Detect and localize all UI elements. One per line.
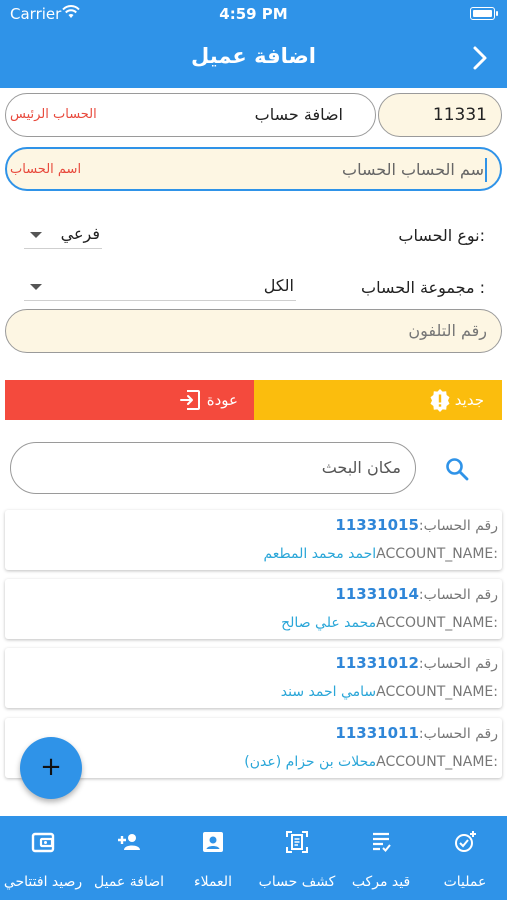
search-input[interactable]: مكان البحث (10, 442, 416, 494)
nav-label: اضافة عميل (94, 874, 164, 890)
nav-item-customers[interactable]: العملاء (171, 816, 255, 900)
add-fab-button[interactable]: + (20, 737, 82, 799)
account-number: 11331014 (335, 585, 419, 603)
account-number: 11331012 (335, 654, 419, 672)
account-type-label: نوع الحساب: (398, 226, 485, 245)
receipt-icon (373, 832, 391, 852)
nav-item-add-customer[interactable]: اضافة عميل (87, 816, 171, 900)
search-icon[interactable] (444, 456, 470, 482)
list-item[interactable]: رقم الحساب:11331012 سامي احمد سندACCOUNT… (5, 648, 502, 708)
status-bar: Carrier 4:59 PM (0, 0, 507, 30)
account-name: محلات بن حزام (عدن) (244, 754, 377, 770)
exit-icon (180, 390, 200, 410)
phone-placeholder: رقم التلفون (408, 321, 487, 340)
add-person-icon (118, 834, 140, 850)
account-name-line: سامي احمد سندACCOUNT_NAME: (281, 684, 498, 700)
account-group-value: الكل (263, 276, 294, 295)
new-button-label: جديد (454, 391, 484, 409)
account-name-key: ACCOUNT_NAME: (376, 615, 498, 631)
list-item[interactable]: رقم الحساب:11331014 محمد علي صالحACCOUNT… (5, 579, 502, 639)
account-number-line: رقم الحساب:11331014 (335, 585, 498, 603)
account-number: 11331011 (335, 724, 419, 742)
account-name: محمد علي صالح (281, 615, 377, 631)
search-placeholder: مكان البحث (321, 458, 401, 477)
nav-label: العملاء (194, 874, 232, 890)
account-number-field[interactable]: 11331 (378, 93, 502, 137)
main-account-field[interactable]: اضافة حساب الحساب الرئيس (5, 93, 376, 137)
account-number-line: رقم الحساب:11331015 (335, 516, 498, 534)
account-number-line: رقم الحساب:11331012 (335, 654, 498, 672)
nav-item-account-statement[interactable]: كشف حساب (255, 816, 339, 900)
nav-item-opening-balance[interactable]: رصيد افتتاحي (1, 816, 85, 900)
list-item[interactable]: رقم الحساب:11331015 احمد محمد المطعمACCO… (5, 510, 502, 570)
contact-card-icon (203, 832, 223, 852)
account-type-dropdown[interactable]: فرعي (24, 221, 102, 249)
account-name: احمد محمد المطعم (263, 546, 377, 562)
account-name-line: محلات بن حزام (عدن)ACCOUNT_NAME: (244, 754, 498, 770)
account-number: 11331015 (335, 516, 419, 534)
dropdown-arrow-icon (30, 284, 42, 290)
app-bar: اضافة عميل (0, 30, 507, 88)
account-name-field[interactable]: سم الحساب الحساب اسم الحساب (5, 147, 502, 191)
chevron-right-icon[interactable] (465, 42, 495, 74)
account-name: سامي احمد سند (280, 684, 377, 700)
account-number-label: رقم الحساب: (418, 518, 498, 534)
wallet-icon (31, 832, 55, 853)
account-number-label: رقم الحساب: (418, 726, 498, 742)
battery-icon (470, 7, 498, 20)
account-name-key: ACCOUNT_NAME: (376, 684, 498, 700)
dropdown-arrow-icon (30, 232, 42, 238)
account-name-line: محمد علي صالحACCOUNT_NAME: (281, 615, 498, 631)
nav-label: عمليات (443, 874, 487, 890)
document-scan-icon (286, 831, 308, 853)
back-button-label: عودة (206, 391, 238, 409)
main-account-value: اضافة حساب (254, 105, 343, 124)
account-name-line: احمد محمد المطعمACCOUNT_NAME: (263, 546, 498, 562)
account-type-value: فرعي (60, 224, 100, 243)
account-name-key: ACCOUNT_NAME: (376, 546, 498, 562)
text-caret (485, 158, 487, 182)
new-button[interactable]: جديد (254, 380, 502, 420)
add-check-icon (455, 831, 476, 852)
account-group-label: مجموعة الحساب : (361, 278, 485, 297)
back-button[interactable]: عودة (5, 380, 254, 420)
account-number-label: رقم الحساب: (418, 587, 498, 603)
account-name-key: ACCOUNT_NAME: (376, 754, 498, 770)
phone-field[interactable]: رقم التلفون (5, 309, 502, 353)
account-group-dropdown[interactable]: الكل (24, 273, 296, 301)
nav-label: قيد مركب (351, 874, 411, 890)
account-name-label: اسم الحساب (10, 162, 82, 177)
nav-item-operations[interactable]: عمليات (423, 816, 507, 900)
account-name-value: سم الحساب الحساب (342, 160, 484, 179)
nav-label: رصيد افتتاحي (3, 874, 83, 890)
main-account-label: الحساب الرئيس (10, 107, 97, 122)
clock: 4:59 PM (219, 5, 288, 23)
alert-badge-icon (430, 389, 450, 412)
account-number-line: رقم الحساب:11331011 (335, 724, 498, 742)
account-number-label: رقم الحساب: (418, 656, 498, 672)
nav-item-compound-entry[interactable]: قيد مركب (339, 816, 423, 900)
account-number-value: 11331 (432, 105, 487, 125)
page-title: اضافة عميل (191, 44, 316, 68)
bottom-nav: عمليات قيد مركب كشف حساب العملاء اضافة ع… (0, 816, 507, 900)
nav-label: كشف حساب (258, 874, 336, 890)
